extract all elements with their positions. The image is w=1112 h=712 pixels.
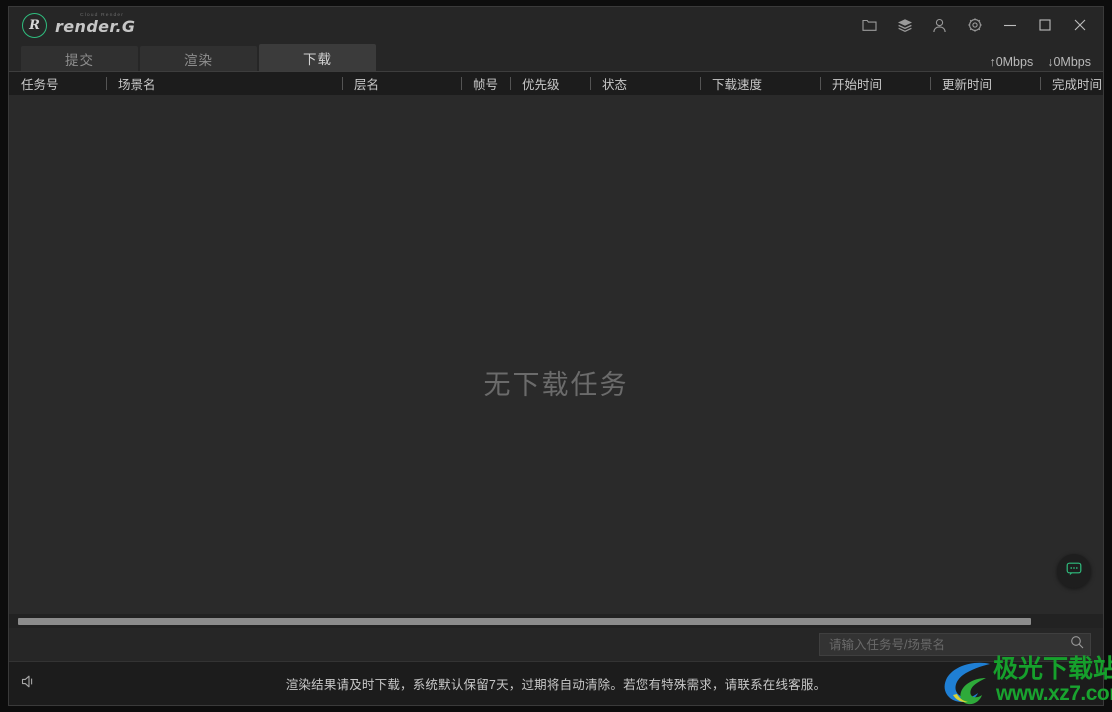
maximize-button[interactable] (1027, 8, 1062, 42)
logo-monogram: R (29, 17, 40, 33)
window-controls (852, 7, 1103, 43)
horizontal-scrollbar[interactable] (9, 614, 1103, 628)
volume-icon[interactable] (21, 674, 38, 694)
column-header-status[interactable]: 状态 (590, 72, 700, 95)
status-message: 渲染结果请及时下载，系统默认保留7天，过期将自动清除。若您有特殊需求，请联系在线… (285, 678, 827, 692)
search-icon[interactable] (1070, 635, 1084, 654)
column-header-update-time[interactable]: 更新时间 (930, 72, 1040, 95)
layers-button[interactable] (887, 8, 922, 42)
minimize-icon (1003, 18, 1017, 32)
logo-text: Cloud Render render.G (55, 12, 136, 36)
download-panel: 任务号 场景名 层名 帧号 优先级 状态 下载速度 开始时间 更新时间 完成时间… (9, 71, 1103, 628)
download-speed: ↓0Mbps (1047, 55, 1091, 69)
main-tabs: 提交 渲染 下载 ↑0Mbps ↓0Mbps (9, 43, 1103, 71)
table-header-row: 任务号 场景名 层名 帧号 优先级 状态 下载速度 开始时间 更新时间 完成时间 (9, 72, 1103, 95)
title-bar: R Cloud Render render.G (9, 7, 1103, 43)
column-header-priority[interactable]: 优先级 (510, 72, 590, 95)
column-header-layer-name[interactable]: 层名 (342, 72, 461, 95)
status-bar: 渲染结果请及时下载，系统默认保留7天，过期将自动清除。若您有特殊需求，请联系在线… (9, 661, 1103, 705)
tab-download[interactable]: 下载 (259, 44, 376, 71)
horizontal-scrollbar-thumb[interactable] (18, 617, 1031, 625)
folder-icon (862, 18, 877, 32)
layers-icon (897, 18, 913, 33)
logo-tagline: Cloud Render (80, 11, 125, 18)
minimize-button[interactable] (992, 8, 1027, 42)
upload-speed: ↑0Mbps (989, 55, 1034, 69)
close-icon (1073, 18, 1087, 32)
network-speed-indicator: ↑0Mbps ↓0Mbps (989, 55, 1091, 69)
gear-icon (967, 17, 983, 33)
maximize-icon (1038, 18, 1052, 32)
column-header-start-time[interactable]: 开始时间 (820, 72, 930, 95)
column-header-scene-name[interactable]: 场景名 (106, 72, 342, 95)
search-box[interactable] (819, 633, 1091, 656)
column-header-task-id[interactable]: 任务号 (9, 72, 106, 95)
column-header-frame-number[interactable]: 帧号 (461, 72, 510, 95)
column-header-finish-time[interactable]: 完成时间 (1040, 72, 1103, 95)
table-body: 无下载任务 (9, 95, 1103, 628)
logo-brand-name: render.G (55, 16, 136, 36)
chat-bubble-icon (1065, 560, 1083, 583)
folder-button[interactable] (852, 8, 887, 42)
column-header-download-speed[interactable]: 下载速度 (700, 72, 820, 95)
tab-submit[interactable]: 提交 (21, 46, 138, 71)
search-row (9, 628, 1103, 661)
chat-bubble-button[interactable] (1057, 554, 1091, 588)
account-button[interactable] (922, 8, 957, 42)
tab-render[interactable]: 渲染 (140, 46, 257, 71)
search-input[interactable] (829, 637, 1070, 652)
app-root: R Cloud Render render.G 提交 渲染 下载 ↑0Mbps … (0, 0, 1112, 712)
user-icon (932, 18, 947, 33)
application-window: R Cloud Render render.G 提交 渲染 下载 ↑0Mbps … (8, 6, 1104, 706)
empty-state-message: 无下载任务 (483, 370, 629, 400)
settings-button[interactable] (957, 8, 992, 42)
close-button[interactable] (1062, 8, 1097, 42)
app-logo: R Cloud Render render.G (9, 7, 135, 43)
logo-circle-icon: R (22, 12, 47, 38)
